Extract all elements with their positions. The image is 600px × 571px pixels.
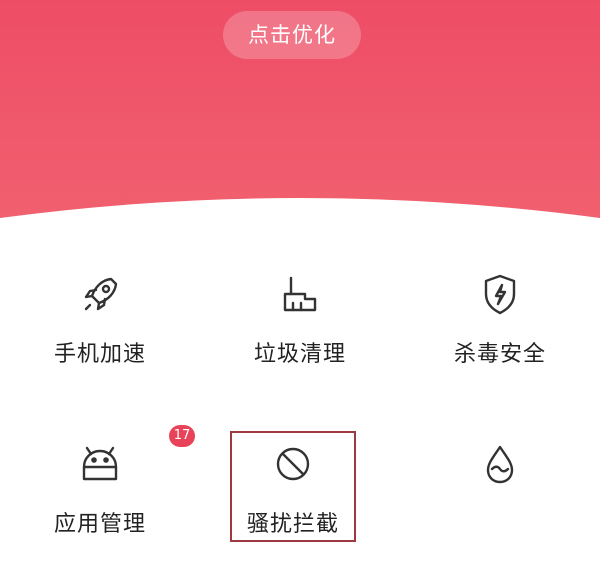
tool-junk-clean[interactable]: 垃圾清理 <box>200 272 400 402</box>
tool-app-manager[interactable]: 17 应用管理 <box>0 425 200 571</box>
tool-water-drop[interactable] <box>400 441 600 571</box>
tool-label: 杀毒安全 <box>453 342 546 367</box>
broom-icon <box>277 272 323 318</box>
shield-bolt-icon <box>477 272 523 318</box>
android-robot-icon: 17 <box>77 425 195 487</box>
tool-label: 垃圾清理 <box>253 342 346 367</box>
header-banner: 点击优化 <box>0 0 600 240</box>
tool-phone-speedup[interactable]: 手机加速 <box>0 272 200 402</box>
water-drop-icon <box>477 441 523 487</box>
rocket-icon <box>77 272 123 318</box>
tool-label: 手机加速 <box>53 342 146 367</box>
highlight-frame <box>230 431 356 542</box>
tool-label: 应用管理 <box>53 512 146 537</box>
notification-badge: 17 <box>169 425 195 447</box>
tool-antivirus[interactable]: 杀毒安全 <box>400 272 600 402</box>
optimize-button[interactable]: 点击优化 <box>223 11 361 59</box>
